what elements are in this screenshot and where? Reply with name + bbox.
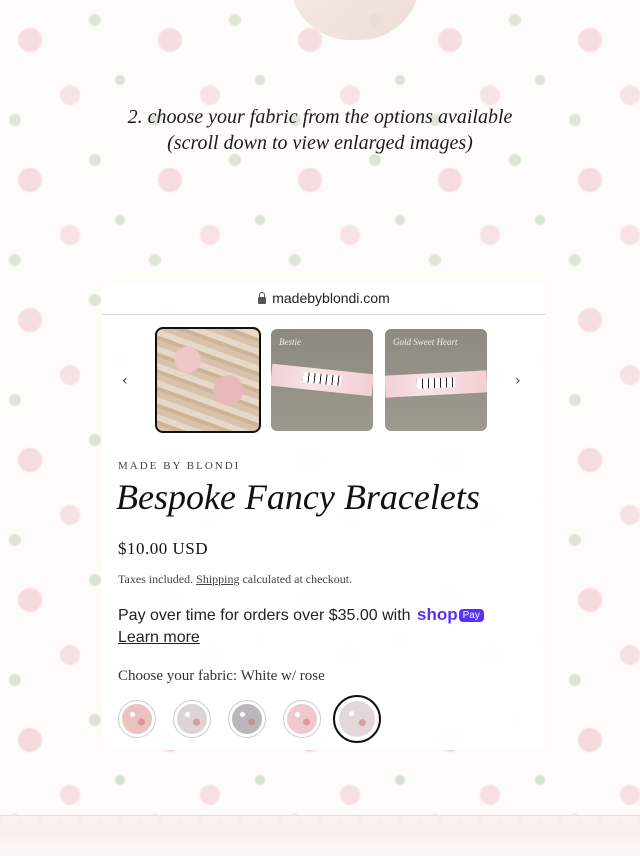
thumbnail-label: Bestie — [279, 337, 301, 347]
carousel-thumbnail-3[interactable]: Gold Sweet Heart — [385, 329, 487, 431]
lock-icon — [258, 291, 267, 304]
fabric-option-label: Choose your fabric: White w/ rose — [118, 668, 325, 684]
caption-line-2: (scroll down to view enlarged images) — [167, 132, 473, 154]
lace-border-decoration — [0, 815, 640, 856]
tax-note: Taxes included. Shipping calculated at c… — [118, 572, 352, 587]
shop-pay-installments: Pay over time for orders over $35.00 wit… — [118, 605, 484, 625]
bracelet-beads — [416, 377, 456, 389]
swatch-fill — [177, 704, 207, 734]
shipping-link[interactable]: Shipping — [196, 572, 239, 586]
tax-prefix: Taxes included. — [118, 572, 194, 586]
chevron-left-icon[interactable]: ‹ — [122, 373, 128, 389]
browser-url-bar[interactable]: madebyblondi.com — [102, 282, 546, 315]
fabric-swatch-selected[interactable] — [333, 695, 381, 743]
vendor-name: MADE BY BLONDI — [118, 460, 241, 472]
url-text: madebyblondi.com — [272, 290, 390, 306]
fabric-swatch[interactable] — [283, 700, 321, 738]
shop-pay-logo: shop — [417, 605, 458, 624]
learn-more-link[interactable]: Learn more — [118, 629, 200, 647]
fabric-swatch[interactable] — [228, 700, 266, 738]
installments-text: Pay over time for orders over $35.00 wit… — [118, 607, 411, 624]
tax-suffix: calculated at checkout. — [242, 572, 353, 586]
swatch-fill — [232, 704, 262, 734]
product-price: $10.00 USD — [118, 539, 209, 558]
image-carousel: ‹ Bestie Gold Sweet Heart › — [102, 327, 546, 433]
chevron-right-icon[interactable]: › — [515, 373, 521, 389]
swatch-fill — [287, 704, 317, 734]
fabric-swatch[interactable] — [118, 700, 156, 738]
fabric-swatch[interactable] — [173, 700, 211, 738]
swatch-fill — [339, 701, 375, 737]
carousel-thumbnail-1[interactable] — [155, 327, 261, 433]
product-title: Bespoke Fancy Bracelets — [116, 477, 480, 517]
instruction-caption: 2. choose your fabric from the options a… — [0, 104, 640, 156]
shop-pay-badge: Pay — [458, 609, 484, 622]
swatch-fill — [122, 704, 152, 734]
product-page-screenshot: madebyblondi.com ‹ Bestie Gold Sweet Hea… — [102, 282, 546, 750]
carousel-thumbnail-2[interactable]: Bestie — [271, 329, 373, 431]
thumbnail-label: Gold Sweet Heart — [393, 337, 458, 347]
caption-line-1: 2. choose your fabric from the options a… — [127, 106, 513, 128]
